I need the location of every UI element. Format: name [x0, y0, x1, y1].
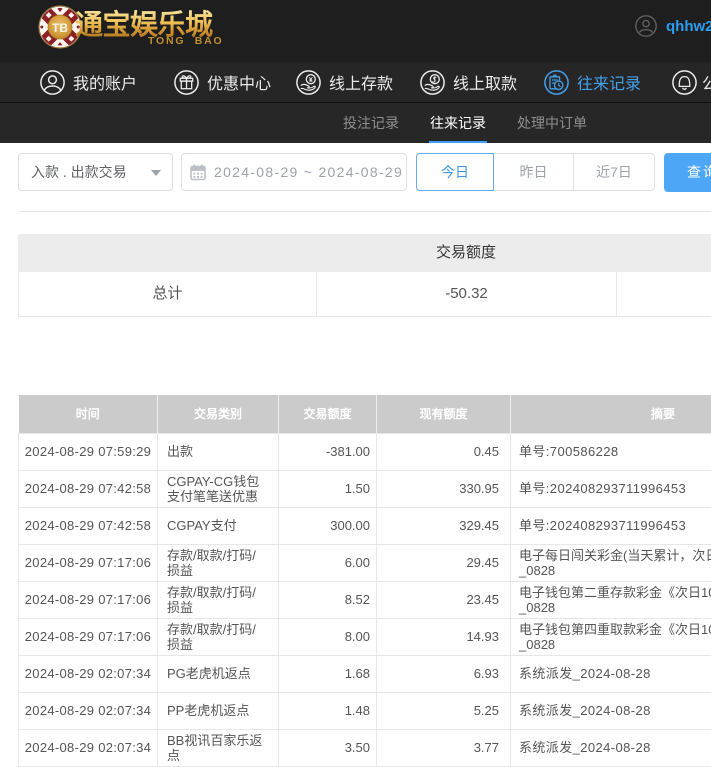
svg-text:TB: TB: [52, 21, 68, 35]
